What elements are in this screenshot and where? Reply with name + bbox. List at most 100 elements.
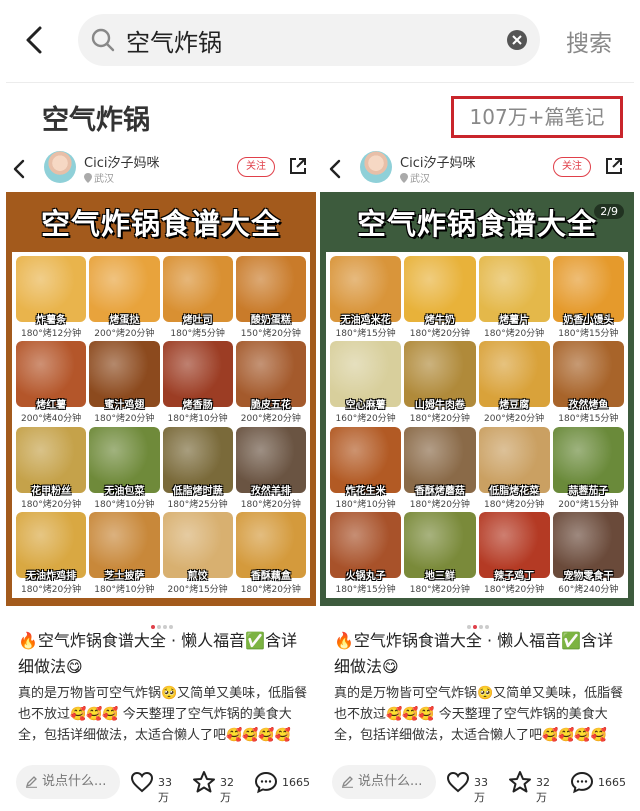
heart-icon (446, 771, 470, 793)
food-tile: 烤蛋挞 200°烤20分钟 (89, 256, 160, 339)
food-cook-spec: 180°烤10分钟 (94, 584, 155, 594)
follow-button[interactable]: 关注 (237, 157, 275, 177)
recipe-poster[interactable]: 空气炸锅食谱大全 2/9 无油鸡米花 180°烤15分钟 烤牛奶 180°烤20分钟烤… (320, 192, 634, 606)
food-cook-spec: 200°烤15分钟 (558, 499, 619, 509)
food-tile: 空心麻薯 160°烤20分钟 (330, 341, 402, 424)
author-name[interactable]: Cici汐子妈咪 (84, 152, 159, 171)
food-name: 低脂烤花菜 (489, 485, 540, 497)
search-input[interactable] (126, 22, 466, 58)
food-name: 烤吐司 (182, 315, 213, 326)
food-name: 辣子鸡丁 (494, 570, 535, 582)
note-card[interactable]: Cici汐子妈咪 武汉 关注 空气炸锅食谱大全 炸薯条 180°烤12分钟 烤蛋挞 2… (4, 148, 320, 811)
food-cook-spec: 180°烤20分钟 (484, 584, 545, 594)
food-tile: 低脂烤时蔬 180°烤25分钟 (162, 426, 233, 509)
note-body[interactable]: 真的是万物皆可空气炸锅🥺又简单又美味，低脂餐也不放过🥰🥰🥰 今天整理了空气炸锅的… (18, 683, 308, 769)
food-name: 无油炸鸡排 (26, 570, 77, 582)
avatar[interactable] (360, 151, 392, 183)
food-name: 奶香小馒头 (563, 315, 614, 326)
food-cook-spec: 200°烤20分钟 (94, 329, 155, 339)
food-name: 无油包菜 (104, 485, 145, 497)
food-cook-spec: 180°烤20分钟 (484, 329, 545, 339)
food-cook-spec: 180°烤20分钟 (409, 329, 470, 339)
food-tile: 宠物零食干 60°烤240分钟 (552, 511, 624, 594)
comment-input[interactable]: 说点什么... (332, 765, 436, 799)
location-label: 武汉 (410, 174, 430, 185)
search-box[interactable] (78, 14, 540, 66)
back-arrow-icon[interactable] (10, 158, 28, 180)
food-tile: 炸薯条 180°烤12分钟 (16, 256, 87, 339)
food-name: 空心麻薯 (345, 400, 386, 412)
food-tile: 蒜蓉茄子 200°烤15分钟 (552, 426, 624, 509)
food-name: 烤薯片 (499, 315, 530, 326)
food-name: 孜然烤鱼 (568, 400, 609, 412)
food-tile: 香酥藕盒 180°烤20分钟 (235, 511, 306, 594)
food-tile: 孜然羊排 180°烤20分钟 (235, 426, 306, 509)
food-tile: 芝士披萨 180°烤10分钟 (89, 511, 160, 594)
food-tile: 山姆牛肉卷 180°烤20分钟 (404, 341, 476, 424)
food-tile: 烤吐司 180°烤5分钟 (162, 256, 233, 339)
food-tile: 无油包菜 180°烤10分钟 (89, 426, 160, 509)
star-icon (193, 771, 215, 793)
food-cook-spec: 180°烤20分钟 (21, 584, 82, 594)
food-tile: 煎饺 200°烤15分钟 (162, 511, 233, 594)
back-arrow-icon[interactable] (20, 22, 52, 58)
food-tile: 无油炸鸡排 180°烤20分钟 (16, 511, 87, 594)
food-tile: 蜜汁鸡翅 180°烤20分钟 (89, 341, 160, 424)
pen-icon (341, 776, 353, 788)
share-icon[interactable] (288, 156, 308, 176)
back-arrow-icon[interactable] (326, 158, 344, 180)
food-cook-spec: 180°烤5分钟 (170, 329, 225, 339)
author-location: 武汉 (400, 170, 430, 185)
food-tile: 烤牛奶 180°烤20分钟 (404, 256, 476, 339)
food-cook-spec: 180°烤10分钟 (167, 414, 228, 424)
food-tile: 无油鸡米花 180°烤15分钟 (330, 256, 402, 338)
pen-icon (25, 776, 37, 788)
food-tile: 孜然烤鱼 180°烤15分钟 (552, 341, 624, 424)
note-title[interactable]: 🔥空气炸锅食谱大全 · 懒人福音✅含详细做法😋 (18, 628, 308, 680)
note-card[interactable]: Cici汐子妈咪 武汉 关注 空气炸锅食谱大全 2/9 无油鸡米花 180°烤15… (320, 148, 636, 811)
note-body[interactable]: 真的是万物皆可空气炸锅🥺又简单又美味，低脂餐也不放过🥰🥰🥰 今天整理了空气炸锅的… (334, 683, 624, 769)
food-name: 山姆牛肉卷 (414, 400, 465, 412)
card-header: Cici汐子妈咪 武汉 关注 (320, 148, 636, 192)
food-name: 花甲粉丝 (31, 485, 72, 497)
food-tile: 低脂烤花菜 180°烤20分钟 (478, 426, 550, 509)
food-cook-spec: 180°烤20分钟 (240, 584, 301, 594)
search-button[interactable]: 搜索 (566, 24, 612, 58)
heart-icon (130, 771, 154, 793)
food-name: 地三鲜 (424, 570, 455, 582)
clear-icon[interactable] (506, 29, 528, 51)
food-name: 炸薯条 (36, 315, 67, 326)
comment-input[interactable]: 说点什么... (16, 765, 120, 799)
search-bar: 搜索 (0, 0, 640, 80)
carousel-dots (4, 614, 320, 629)
food-cook-spec: 180°烤20分钟 (94, 414, 155, 424)
food-cook-spec: 180°烤10分钟 (335, 499, 396, 509)
star-icon (509, 771, 531, 793)
food-name: 烤红薯 (36, 400, 67, 412)
comment-bubble-icon (570, 771, 594, 794)
recipe-poster[interactable]: 空气炸锅食谱大全 炸薯条 180°烤12分钟 烤蛋挞 200°烤20分钟 烤吐司 180°… (6, 192, 316, 606)
food-tile: 烤豆腐 200°烤20分钟 (478, 341, 550, 424)
food-name: 低脂烤时蔬 (172, 485, 223, 497)
avatar[interactable] (44, 151, 76, 183)
card-header: Cici汐子妈咪 武汉 关注 (4, 148, 320, 192)
food-cook-spec: 180°烤12分钟 (21, 329, 82, 339)
food-cook-spec: 180°烤20分钟 (409, 499, 470, 509)
author-name[interactable]: Cici汐子妈咪 (400, 152, 475, 171)
food-name: 脆皮五花 (250, 400, 291, 412)
food-cook-spec: 180°烤15分钟 (558, 329, 619, 339)
comment-placeholder: 说点什么... (42, 774, 107, 789)
action-bar: 说点什么... 33万 32万 1665 (320, 762, 636, 804)
like-count: 33万 (158, 776, 172, 804)
note-count-badge: 107万+篇笔记 (451, 96, 623, 138)
food-tile: 奶香小馒头 180°烤15分钟 (552, 256, 624, 339)
food-name: 烤香肠 (182, 400, 213, 412)
food-tile: 花甲粉丝 180°烤20分钟 (16, 426, 87, 509)
food-name: 煎饺 (187, 570, 208, 582)
note-title[interactable]: 🔥空气炸锅食谱大全 · 懒人福音✅含详细做法😋 (334, 628, 624, 680)
share-icon[interactable] (604, 156, 624, 176)
food-cook-spec: 180°烤20分钟 (240, 499, 301, 509)
follow-button[interactable]: 关注 (553, 157, 591, 177)
divider (6, 82, 634, 83)
food-name: 香酥烤蘑菇 (414, 485, 465, 497)
